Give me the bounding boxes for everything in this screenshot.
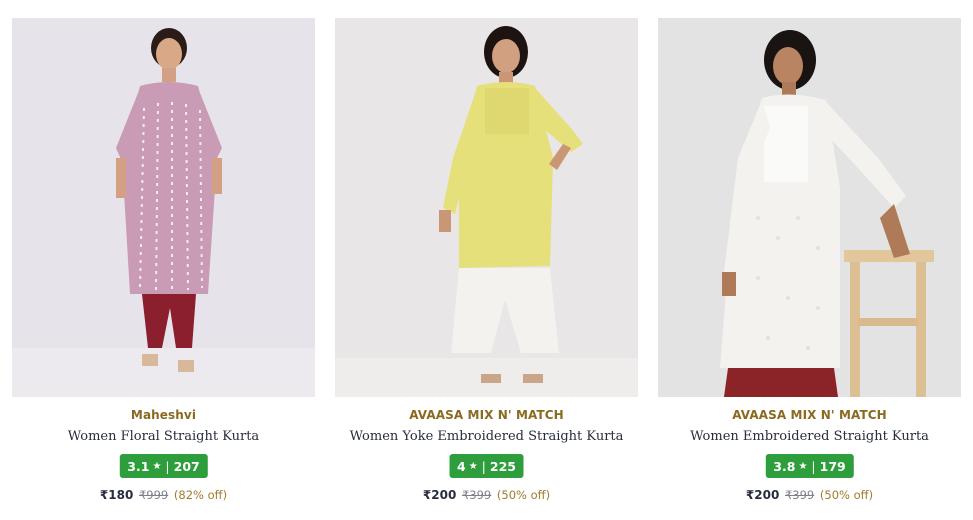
price-row: ₹200 ₹399 (50% off) [335,488,638,502]
product-mrp: ₹399 [784,488,815,502]
star-icon: ★ [798,460,808,472]
product-title: Women Yoke Embroidered Straight Kurta [349,429,624,444]
product-image[interactable] [658,18,961,397]
product-price: ₹200 [422,488,457,502]
product-brand: AVAASA MIX N' MATCH [732,408,887,422]
rating-value: 3.8 [773,458,796,474]
product-discount: (50% off) [496,488,551,502]
rating-separator: | [165,458,170,474]
rating-value: 3.1 [127,458,150,474]
rating-badge: 3.1 ★ | 207 [119,454,208,478]
rating-count: 179 [819,458,846,474]
product-image[interactable] [335,18,638,397]
price-row: ₹200 ₹399 (50% off) [658,488,961,502]
product-price: ₹180 [99,488,134,502]
product-discount: (82% off) [173,488,228,502]
product-title: Women Floral Straight Kurta [67,429,260,444]
rating-badge: 3.8 ★ | 179 [765,454,854,478]
product-title: Women Embroidered Straight Kurta [690,429,929,444]
rating-badge: 4 ★ | 225 [449,454,524,478]
rating-separator: | [811,458,816,474]
rating-count: 207 [173,458,200,474]
product-image[interactable] [12,18,315,397]
product-mrp: ₹399 [461,488,492,502]
rating-separator: | [481,458,486,474]
star-icon: ★ [152,460,162,472]
product-brand: AVAASA MIX N' MATCH [409,408,564,422]
rating-count: 225 [489,458,516,474]
product-grid: Maheshvi Women Floral Straight Kurta 3.1… [0,0,973,520]
product-mrp: ₹999 [138,488,169,502]
rating-value: 4 [457,458,466,474]
product-card[interactable]: AVAASA MIX N' MATCH Women Yoke Embroider… [335,18,638,513]
product-price: ₹200 [745,488,780,502]
star-icon: ★ [468,460,478,472]
product-discount: (50% off) [819,488,874,502]
product-card[interactable]: Maheshvi Women Floral Straight Kurta 3.1… [12,18,315,513]
price-row: ₹180 ₹999 (82% off) [12,488,315,502]
product-brand: Maheshvi [130,408,197,422]
product-card[interactable]: AVAASA MIX N' MATCH Women Embroidered St… [658,18,961,513]
